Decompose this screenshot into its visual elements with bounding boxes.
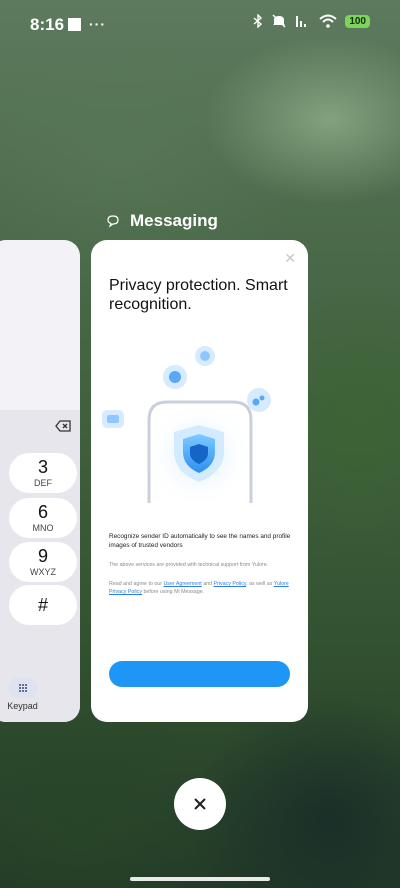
wifi-icon	[319, 14, 337, 28]
close-icon	[194, 798, 206, 810]
dial-key-hash[interactable]: #	[9, 585, 77, 625]
app-title-messaging[interactable]: Messaging	[106, 211, 218, 231]
user-agreement-link[interactable]: User Agreement	[163, 581, 201, 587]
provider-note: The above services are provided with tec…	[109, 562, 269, 568]
clock: 8:16	[30, 15, 65, 34]
battery-indicator: 100	[345, 14, 370, 28]
messaging-app-icon	[107, 215, 119, 228]
keypad-tab[interactable]: Keypad	[0, 677, 45, 711]
agreement-text: Read and agree to our User Agreement and…	[109, 581, 289, 595]
more-notifications-icon: ···	[89, 16, 106, 32]
system-icons: 100	[253, 14, 370, 28]
privacy-shield-illustration	[102, 346, 271, 510]
app-name: Messaging	[130, 211, 218, 230]
backspace-icon[interactable]	[55, 420, 71, 432]
dial-key-9[interactable]: 9 WXYZ	[9, 542, 77, 582]
mute-icon	[272, 14, 286, 28]
messaging-recent-card[interactable]: ✕ Privacy protection. Smart recognition.…	[91, 240, 308, 722]
clear-recents-button[interactable]	[174, 778, 226, 830]
bluetooth-icon	[253, 14, 263, 28]
notification-square-icon	[68, 17, 81, 31]
dial-key-3[interactable]: 3 DEF	[9, 453, 77, 493]
agree-button[interactable]	[109, 661, 290, 687]
dial-key-6[interactable]: 6 MNO	[9, 498, 77, 538]
privacy-description: Recognize sender ID automatically to see…	[109, 533, 291, 549]
signal-icon	[296, 16, 307, 27]
notification-icons: ···	[68, 16, 106, 32]
keypad-label: Keypad	[7, 701, 38, 711]
keypad-grid-icon	[7, 677, 38, 699]
privacy-policy-link[interactable]: Privacy Policy	[214, 581, 247, 587]
status-bar: 8:16 ··· 100	[0, 0, 400, 50]
home-indicator[interactable]	[130, 877, 270, 881]
privacy-headline: Privacy protection. Smart recognition.	[109, 277, 288, 313]
close-icon[interactable]: ✕	[284, 250, 296, 267]
